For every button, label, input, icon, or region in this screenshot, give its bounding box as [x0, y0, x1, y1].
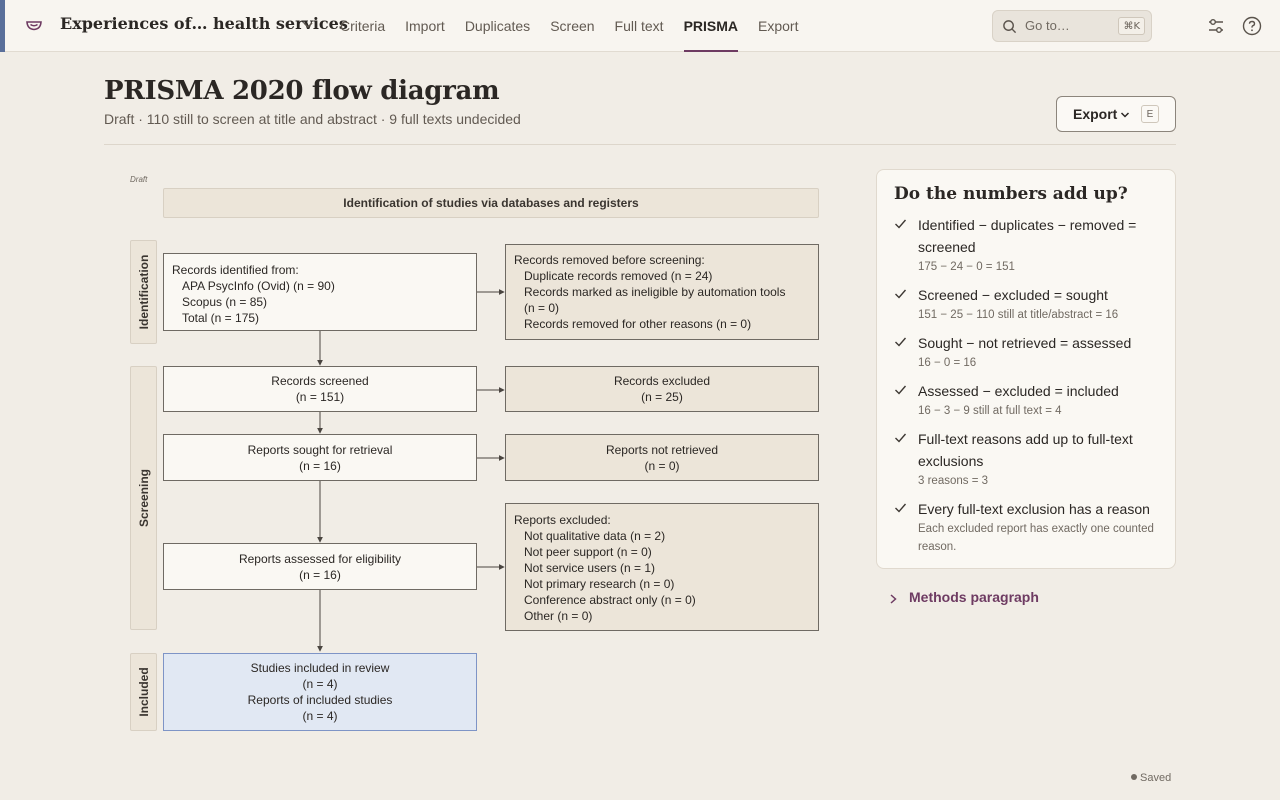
- box-count: (n = 16): [299, 458, 341, 473]
- box-count: (n = 0): [644, 458, 680, 473]
- save-status: Saved: [1131, 772, 1171, 784]
- checks-title: Do the numbers add up?: [894, 184, 1128, 204]
- box-label: Studies included in review: [250, 661, 390, 675]
- reports-not-retrieved-box: Reports not retrieved (n = 0): [505, 434, 819, 481]
- chevron-right-icon: [890, 594, 897, 604]
- box-count: (n = 151): [295, 390, 345, 404]
- removed-line: Records removed for other reasons (n = 0…: [524, 317, 752, 331]
- check-label: Sought − not retrieved = assessed: [918, 335, 1132, 351]
- records-removed-box: Records removed before screening: Duplic…: [505, 244, 819, 340]
- reports-sought-box: Reports sought for retrieval (n = 16): [163, 434, 477, 481]
- records-identified-box: Records identified from: APA PsycInfo (O…: [163, 253, 477, 331]
- reports-excluded-box: Reports excluded: Not qualitative data (…: [505, 503, 819, 631]
- check-label: Assessed − excluded = included: [918, 383, 1119, 399]
- box-count: (n = 4): [302, 677, 338, 691]
- checks-panel: Do the numbers add up? Identified − dupl…: [876, 169, 1176, 569]
- source-line: APA PsycInfo (Ovid) (n = 90): [182, 279, 335, 293]
- check-icon: [895, 503, 907, 513]
- check-label: Full-text reasons add up to full-text ex…: [918, 431, 1133, 469]
- box-count: (n = 16): [299, 567, 341, 582]
- check-detail: Each excluded report has exactly one cou…: [918, 523, 1154, 553]
- exclusion-reason: Not qualitative data (n = 2): [524, 529, 666, 543]
- box-label: Records excluded: [613, 374, 711, 388]
- exclusion-reason: Other (n = 0): [524, 609, 593, 623]
- source-line: Total (n = 175): [182, 311, 260, 325]
- exclusion-reason: Conference abstract only (n = 0): [524, 593, 696, 607]
- check-label: Screened − excluded = sought: [918, 287, 1108, 303]
- box-title: Records removed before screening:: [514, 253, 705, 267]
- box-count: (n = 25): [641, 390, 683, 404]
- exclusion-reason: Not peer support (n = 0): [524, 545, 652, 559]
- save-status-label: Saved: [1140, 772, 1172, 784]
- box-label: Reports of included studies: [247, 693, 393, 707]
- reports-assessed-box: Reports assessed for eligibility (n = 16…: [163, 543, 477, 590]
- studies-included-box: Studies included in review (n = 4) Repor…: [163, 653, 477, 731]
- check-detail: 16 − 3 − 9 still at full text = 4: [918, 405, 1062, 417]
- check-icon: [895, 433, 907, 443]
- check-detail: 3 reasons = 3: [918, 475, 989, 487]
- records-excluded-box: Records excluded (n = 25): [505, 366, 819, 412]
- check-icon: [895, 337, 907, 347]
- check-icon: [895, 219, 907, 229]
- check-label: Identified − duplicates − removed = scre…: [918, 217, 1137, 255]
- box-title: Reports excluded:: [514, 513, 611, 527]
- methods-paragraph-toggle[interactable]: Methods paragraph: [888, 589, 1048, 609]
- exclusion-reason: Not service users (n = 1): [524, 561, 656, 575]
- removed-line: Duplicate records removed (n = 24): [524, 269, 713, 283]
- records-screened-box: Records screened (n = 151): [163, 366, 477, 412]
- methods-paragraph-label: Methods paragraph: [909, 589, 1039, 605]
- check-detail: 16 − 0 = 16: [918, 357, 977, 369]
- box-label: Reports sought for retrieval: [247, 442, 393, 457]
- check-label: Every full-text exclusion has a reason: [918, 501, 1150, 517]
- box-label: Reports assessed for eligibility: [238, 551, 402, 566]
- box-title: Records identified from:: [172, 263, 299, 277]
- status-dot: [1131, 774, 1137, 780]
- check-icon: [895, 385, 907, 395]
- check-detail: 175 − 24 − 0 = 151: [918, 261, 1015, 273]
- source-line: Scopus (n = 85): [182, 295, 268, 309]
- box-count: (n = 4): [302, 709, 338, 723]
- check-icon: [895, 289, 907, 299]
- exclusion-reason: Not primary research (n = 0): [524, 577, 675, 591]
- box-label: Records screened: [271, 374, 369, 388]
- removed-line: (n = 0): [524, 301, 560, 315]
- check-detail: 151 − 25 − 110 still at title/abstract =…: [918, 309, 1119, 321]
- removed-line: Records marked as ineligible by automati…: [524, 285, 786, 299]
- box-label: Reports not retrieved: [605, 442, 719, 457]
